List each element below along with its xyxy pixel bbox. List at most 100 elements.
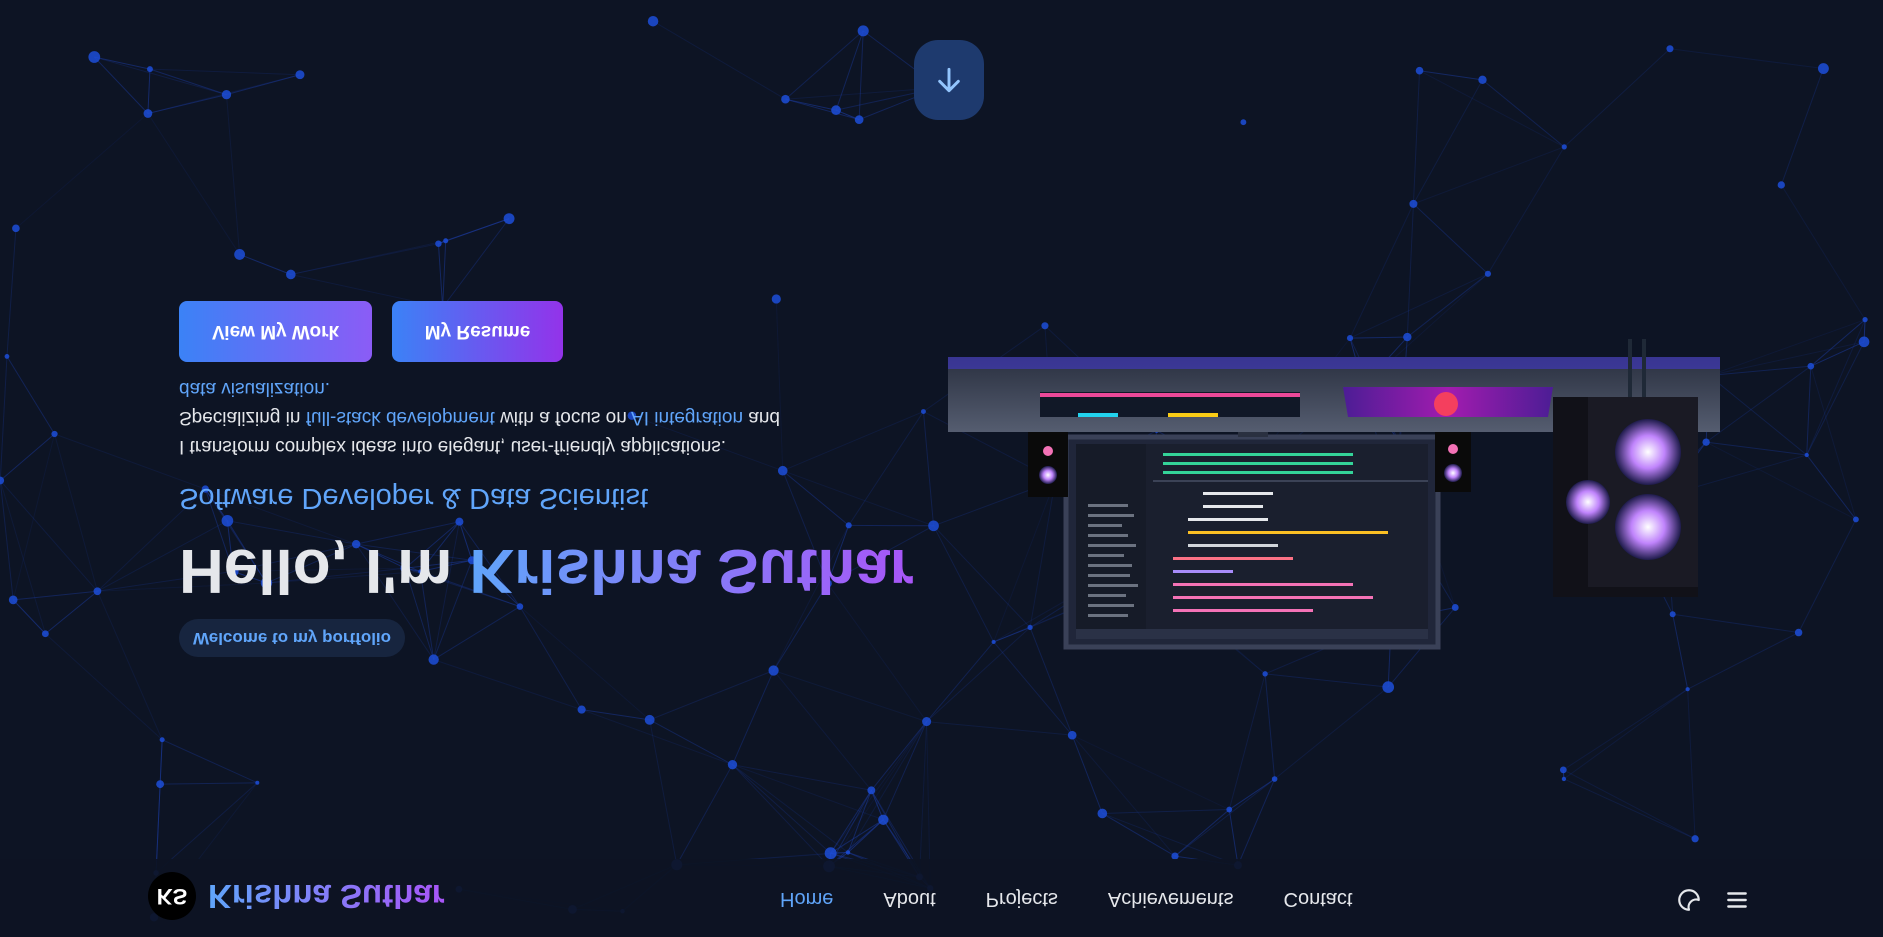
hero-title-name: Krishna Suthar [469,536,914,605]
network-node [435,240,442,247]
network-line [847,721,928,853]
desc-text-2: Specializing in [179,407,306,428]
network-line [782,470,850,526]
network-node [1561,776,1567,782]
network-node [51,430,58,438]
desc-line-1: I transform complex ideas into elegant, … [179,436,727,457]
nav-link-projects[interactable]: Projects [986,887,1058,910]
desc-highlight-dataviz: data visualization. [179,378,331,399]
network-node [922,717,932,727]
nav-links: Home About Projects Achievements Contact [780,887,1352,910]
network-line [0,356,8,481]
desc-text-3: with a focus on [494,407,632,428]
network-line [226,74,301,96]
network-node [286,269,296,280]
network-line [0,480,46,634]
network-line [732,764,831,854]
network-node [857,25,869,37]
network-line [1413,146,1565,205]
network-node [93,587,102,596]
network-line [785,98,837,111]
network-line [1810,366,1857,520]
network-line [45,633,163,741]
network-line [926,721,1073,736]
hero-subtitle: Software Developer & Data Scientist [179,482,649,514]
nav-link-achievements[interactable]: Achievements [1108,887,1234,910]
network-line [649,719,678,865]
nav-link-about[interactable]: About [883,887,935,910]
network-line [676,764,733,865]
network-line [12,433,56,601]
monitor [1063,429,1441,650]
network-line [1413,203,1489,275]
network-line [1709,341,1865,377]
hero-description: I transform complex ideas into elegant, … [179,374,839,461]
network-node [1858,336,1870,348]
network-node [928,520,939,532]
hero-buttons: View My Work My Resume [179,301,563,362]
scroll-to-top-button[interactable] [914,40,984,120]
nav-link-home[interactable]: Home [780,887,833,910]
network-line [6,356,55,435]
nav-link-contact[interactable]: Contact [1284,887,1353,910]
my-resume-button[interactable]: My Resume [392,301,563,362]
network-node [647,15,659,27]
network-line [1709,319,1866,377]
network-line [1563,769,1696,840]
network-line [149,68,227,96]
network-node [4,354,10,359]
network-node [867,786,876,795]
network-line [1563,688,1688,771]
network-line [732,764,884,821]
network-line [1780,68,1824,186]
network-line [1563,778,1696,840]
network-node [824,847,837,860]
network-line [519,606,583,710]
network-line [0,480,98,592]
network-node [1817,63,1829,74]
network-line [1563,688,1688,780]
network-node [1559,766,1567,774]
network-node [88,51,101,63]
network-node [1691,835,1699,843]
view-my-work-button[interactable]: View My Work [179,301,372,362]
network-line [782,470,934,527]
network-line [828,721,928,867]
network-line [147,113,241,255]
network-node [156,780,165,789]
network-line [1810,341,1865,367]
hero-title: Hello, I'm Krishna Suthar [179,535,914,605]
network-line [870,721,928,791]
network-line [1708,375,1808,456]
network-line [1780,184,1866,320]
desc-highlight-fullstack: full-stack development [305,407,495,428]
network-line [649,719,733,766]
network-line [1687,689,1696,839]
network-line [442,240,447,308]
network-line [1706,441,1807,456]
network-node [455,517,464,526]
desc-text-4: and [743,407,780,428]
network-node [781,94,790,104]
network-node [845,522,852,529]
network-node [920,409,926,415]
network-node [255,780,260,785]
arrow-up-icon [938,67,960,93]
network-line [45,590,98,635]
menu-icon[interactable] [1724,887,1750,913]
network-node [878,814,889,825]
network-line [160,782,258,785]
network-line [1412,79,1483,205]
logo[interactable]: KS Krishna Suthar [148,872,445,920]
theme-toggle-icon[interactable] [1676,887,1702,913]
network-line [773,670,927,723]
network-node [221,90,232,100]
network-line [882,721,928,820]
network-line [922,411,935,526]
network-node [1666,45,1674,53]
network-line [1806,341,1865,456]
network-node [1807,362,1815,370]
network-line [1798,519,1857,633]
network-line [93,56,149,114]
network-line [54,433,98,592]
